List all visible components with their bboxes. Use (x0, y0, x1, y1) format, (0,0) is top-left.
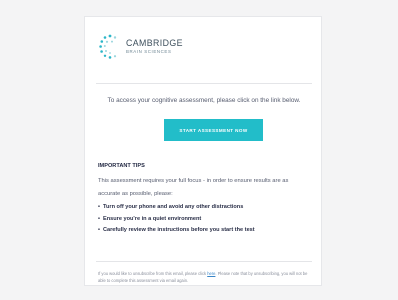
unsubscribe-footer: If you would like to unsubscribe from th… (98, 270, 312, 284)
header-divider (96, 83, 312, 84)
list-item: • Carefully review the instructions befor… (98, 225, 312, 237)
intro-text: To access your cognitive assessment, ple… (107, 97, 301, 104)
brain-dots-logo-icon (99, 34, 117, 59)
tips-list: • Turn off your phone and avoid any other… (98, 202, 312, 237)
list-item: • Ensure you're in a quiet environment (98, 214, 312, 226)
bullet-icon: • (98, 227, 100, 233)
tips-heading: IMPORTANT TIPS (98, 163, 145, 169)
tips-intro-text: This assessment requires your full focus… (98, 178, 289, 197)
start-assessment-button[interactable]: START ASSESSMENT NOW (164, 119, 263, 141)
tip-text: Turn off your phone and avoid any other … (102, 204, 244, 210)
list-item: • Turn off your phone and avoid any other… (98, 202, 312, 214)
tip-text: Carefully review the instructions before… (102, 227, 255, 233)
tip-text: Ensure you're in a quiet environment (102, 215, 202, 222)
footer-divider (96, 261, 312, 262)
logo-wordmark: CAMBRIDGE (126, 38, 183, 49)
cambridge-brain-sciences-logo: CAMBRIDGE BRAIN SCIENCES (99, 34, 183, 60)
email-card: CAMBRIDGE BRAIN SCIENCES To access your … (84, 16, 322, 286)
bullet-icon: • (98, 204, 100, 210)
logo-subtitle: BRAIN SCIENCES (126, 49, 172, 55)
bullet-icon: • (98, 215, 100, 222)
footer-text-before: If you would like to unsubscribe from th… (98, 271, 208, 276)
